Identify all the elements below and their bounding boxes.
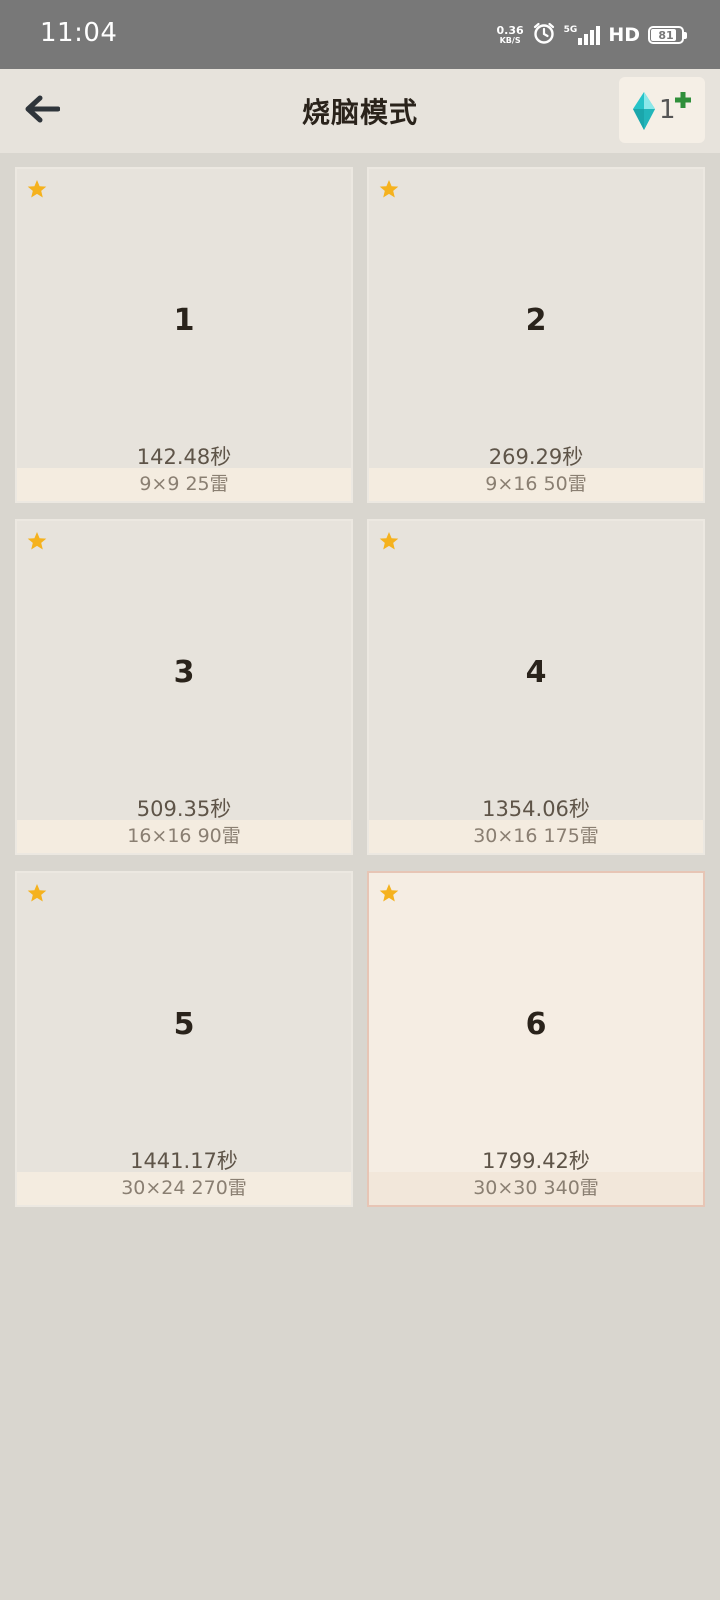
level-number: 2 (525, 303, 547, 338)
level-number: 3 (173, 655, 195, 690)
board-info: 30×24 270雷 (17, 1172, 351, 1205)
board-info: 9×9 25雷 (17, 468, 351, 501)
clock: 11:04 (40, 18, 118, 48)
network-speed-value: 0.36 (496, 24, 524, 37)
app-bar: 烧脑模式 1 (0, 69, 720, 153)
page-title: 烧脑模式 (301, 96, 418, 129)
status-bar: 11:04 0.36 KB/S 5G HD 81 (0, 0, 720, 69)
add-gem-icon (675, 92, 691, 112)
gem-counter-button[interactable]: 1 (619, 77, 705, 143)
level-number: 6 (525, 1007, 547, 1042)
network-speed: 0.36 KB/S (497, 25, 524, 45)
board-info: 16×16 90雷 (17, 820, 351, 853)
best-time: 1354.06秒 (482, 797, 590, 821)
best-time: 1441.17秒 (130, 1149, 238, 1173)
level-number: 4 (525, 655, 547, 690)
level-card-4[interactable]: 4 1354.06秒 30×16 175雷 (367, 519, 705, 855)
level-card-1[interactable]: 1 142.48秒 9×9 25雷 (15, 167, 353, 503)
best-time: 509.35秒 (136, 797, 232, 821)
alarm-icon (532, 21, 556, 49)
star-icon (379, 531, 399, 555)
level-card-2[interactable]: 2 269.29秒 9×16 50雷 (367, 167, 705, 503)
star-icon (379, 883, 399, 907)
signal-icon: 5G (564, 25, 601, 45)
level-card-3[interactable]: 3 509.35秒 16×16 90雷 (15, 519, 353, 855)
level-grid: 1 142.48秒 9×9 25雷 2 269.29秒 9×16 50雷 3 5… (15, 167, 705, 1207)
level-card-5[interactable]: 5 1441.17秒 30×24 270雷 (15, 871, 353, 1207)
board-info: 9×16 50雷 (369, 468, 703, 501)
best-time: 142.48秒 (136, 445, 232, 469)
level-number: 1 (173, 303, 195, 338)
best-time: 1799.42秒 (482, 1149, 590, 1173)
star-icon (27, 883, 47, 907)
board-info: 30×30 340雷 (369, 1172, 703, 1205)
hd-indicator: HD (608, 24, 640, 46)
star-icon (379, 179, 399, 203)
level-card-6[interactable]: 6 1799.42秒 30×30 340雷 (367, 871, 705, 1207)
star-icon (27, 179, 47, 203)
board-info: 30×16 175雷 (369, 820, 703, 853)
network-speed-unit: KB/S (499, 36, 521, 45)
gem-icon (633, 92, 655, 134)
star-icon (27, 531, 47, 555)
signal-label: 5G (563, 25, 578, 35)
battery-level: 81 (658, 28, 674, 42)
level-number: 5 (173, 1007, 195, 1042)
best-time: 269.29秒 (488, 445, 584, 469)
battery-icon: 81 (648, 26, 687, 44)
gem-count: 1 (659, 95, 676, 125)
status-icons: 0.36 KB/S 5G HD 81 (497, 20, 687, 50)
